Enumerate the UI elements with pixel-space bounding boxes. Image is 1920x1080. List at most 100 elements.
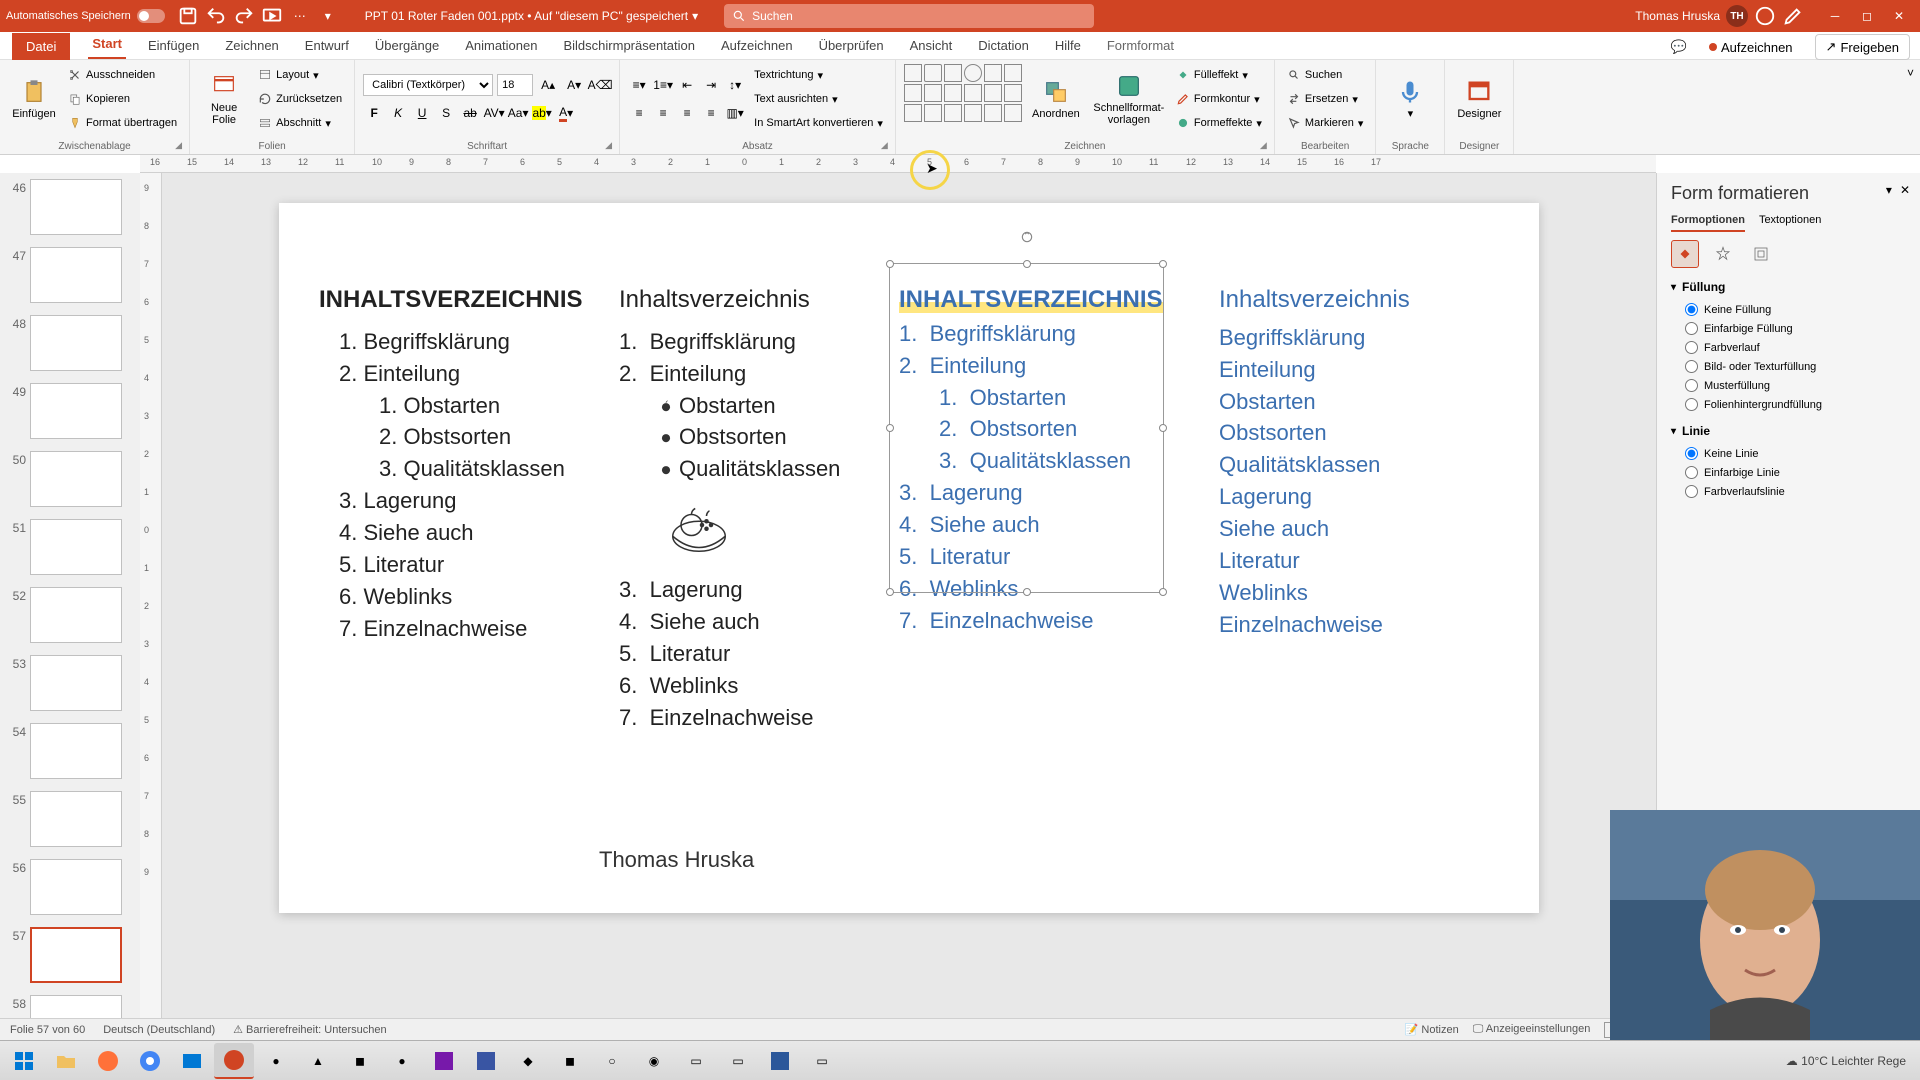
font-color-icon[interactable]: A▾: [555, 102, 577, 124]
tab-slideshow[interactable]: Bildschirmpräsentation: [559, 32, 699, 59]
clipboard-launcher[interactable]: ◢: [175, 140, 187, 152]
thumb-57[interactable]: [30, 927, 122, 983]
undo-icon[interactable]: [205, 5, 227, 27]
designer-button[interactable]: Designer: [1453, 64, 1505, 134]
notes-button[interactable]: 📝 Notizen: [1405, 1023, 1459, 1036]
tab-start[interactable]: Start: [88, 30, 126, 59]
explorer-icon[interactable]: [46, 1043, 86, 1079]
align-right-icon[interactable]: ≡: [676, 102, 698, 124]
visio-icon[interactable]: [466, 1043, 506, 1079]
share-button[interactable]: ↗Freigeben: [1815, 34, 1910, 60]
tab-file[interactable]: Datei: [12, 33, 70, 60]
fill-radio-1[interactable]: [1685, 322, 1698, 335]
numbering-icon[interactable]: 1≡▾: [652, 74, 674, 96]
select-button[interactable]: Markieren ▾: [1283, 112, 1367, 134]
resize-handle[interactable]: [1023, 260, 1031, 268]
app-icon[interactable]: ▭: [718, 1043, 758, 1079]
spacing-icon[interactable]: AV▾: [483, 102, 505, 124]
minimize-button[interactable]: ─: [1820, 4, 1850, 28]
slide-canvas[interactable]: INHALTSVERZEICHNIS 1. Begriffsklärung2. …: [162, 173, 1656, 1018]
font-launcher[interactable]: ◢: [605, 140, 617, 152]
indent-inc-icon[interactable]: ⇥: [700, 74, 722, 96]
shadow-icon[interactable]: S: [435, 102, 457, 124]
thumb-51[interactable]: [30, 519, 122, 575]
resize-handle[interactable]: [1159, 424, 1167, 432]
autosave-toggle[interactable]: [137, 9, 165, 23]
arrange-button[interactable]: Anordnen: [1026, 64, 1086, 134]
resize-handle[interactable]: [886, 260, 894, 268]
fill-radio-2[interactable]: [1685, 341, 1698, 354]
indent-dec-icon[interactable]: ⇤: [676, 74, 698, 96]
layout-button[interactable]: Layout ▾: [254, 64, 346, 86]
reset-button[interactable]: Zurücksetzen: [254, 88, 346, 110]
record-button[interactable]: Aufzeichnen: [1699, 36, 1803, 59]
drawing-launcher[interactable]: ◢: [1260, 140, 1272, 152]
pane-tab-text[interactable]: Textoptionen: [1759, 214, 1821, 232]
resize-handle[interactable]: [886, 424, 894, 432]
slideshow-icon[interactable]: [261, 5, 283, 27]
tab-animations[interactable]: Animationen: [461, 32, 541, 59]
columns-icon[interactable]: ▥▾: [724, 102, 746, 124]
tab-draw[interactable]: Zeichnen: [221, 32, 282, 59]
linespacing-icon[interactable]: ↕▾: [724, 74, 746, 96]
paragraph-launcher[interactable]: ◢: [881, 140, 893, 152]
coming-soon-icon[interactable]: [1754, 5, 1776, 27]
paste-button[interactable]: Einfügen: [8, 64, 60, 134]
thumb-58[interactable]: [30, 995, 122, 1018]
accessibility-status[interactable]: ⚠ Barrierefreiheit: Untersuchen: [233, 1023, 387, 1036]
shapes-gallery[interactable]: [904, 64, 1022, 122]
increase-font-icon[interactable]: A▴: [537, 74, 559, 96]
rotate-handle[interactable]: [1020, 230, 1034, 244]
thumb-48[interactable]: [30, 315, 122, 371]
toc-col4[interactable]: Inhaltsverzeichnis Begriffsklärung Einte…: [1219, 283, 1419, 833]
resize-handle[interactable]: [1023, 588, 1031, 596]
fill-radio-0[interactable]: [1685, 303, 1698, 316]
thumb-53[interactable]: [30, 655, 122, 711]
app-icon[interactable]: ●: [256, 1043, 296, 1079]
app-icon[interactable]: ●: [382, 1043, 422, 1079]
cut-button[interactable]: Ausschneiden: [64, 64, 181, 86]
slide-thumbnails[interactable]: 4647484950515253545556575859: [0, 173, 140, 1018]
slide-counter[interactable]: Folie 57 von 60: [10, 1024, 85, 1036]
resize-handle[interactable]: [1159, 588, 1167, 596]
shape-outline-button[interactable]: Formkontur ▾: [1172, 88, 1266, 110]
toc-col2[interactable]: Inhaltsverzeichnis 1. Begriffsklärung 2.…: [619, 283, 859, 833]
highlight-icon[interactable]: ab▾: [531, 102, 553, 124]
slide[interactable]: INHALTSVERZEICHNIS 1. Begriffsklärung2. …: [279, 203, 1539, 913]
outlook-icon[interactable]: [172, 1043, 212, 1079]
thumb-46[interactable]: [30, 179, 122, 235]
shape-fill-button[interactable]: Fülleffekt ▾: [1172, 64, 1266, 86]
selection-box[interactable]: [889, 263, 1164, 593]
vertical-ruler[interactable]: 9876543210123456789: [140, 173, 162, 1018]
clear-format-icon[interactable]: A⌫: [589, 74, 611, 96]
fill-radio-5[interactable]: [1685, 398, 1698, 411]
chrome-icon[interactable]: [130, 1043, 170, 1079]
font-name-select[interactable]: Calibri (Textkörper): [363, 74, 493, 96]
decrease-font-icon[interactable]: A▾: [563, 74, 585, 96]
font-size-input[interactable]: [497, 74, 533, 96]
align-left-icon[interactable]: ≡: [628, 102, 650, 124]
tab-shapeformat[interactable]: Formformat: [1103, 32, 1178, 59]
italic-icon[interactable]: K: [387, 102, 409, 124]
underline-icon[interactable]: U: [411, 102, 433, 124]
dictate-button[interactable]: ▾: [1384, 64, 1436, 134]
onenote-icon[interactable]: [424, 1043, 464, 1079]
find-button[interactable]: Suchen: [1283, 64, 1367, 86]
app-icon[interactable]: ◆: [508, 1043, 548, 1079]
copy-button[interactable]: Kopieren: [64, 88, 181, 110]
align-text-button[interactable]: Text ausrichten ▾: [750, 88, 887, 110]
display-settings[interactable]: 🖵 Anzeigeeinstellungen: [1473, 1023, 1591, 1036]
close-button[interactable]: ✕: [1884, 4, 1914, 28]
fill-section-header[interactable]: Füllung: [1671, 280, 1906, 294]
line-section-header[interactable]: Linie: [1671, 424, 1906, 438]
replace-button[interactable]: Ersetzen ▾: [1283, 88, 1367, 110]
fill-line-tab-icon[interactable]: [1671, 240, 1699, 268]
taskbar[interactable]: ● ▲ ◼ ● ◆ ◼ ○ ◉ ▭ ▭ ▭ ☁ 10°C Leichter Re…: [0, 1040, 1920, 1080]
quickstyles-button[interactable]: Schnellformat- vorlagen: [1090, 64, 1168, 134]
language-status[interactable]: Deutsch (Deutschland): [103, 1024, 215, 1036]
pane-tab-shape[interactable]: Formoptionen: [1671, 214, 1745, 232]
thumb-47[interactable]: [30, 247, 122, 303]
toc-col1[interactable]: INHALTSVERZEICHNIS 1. Begriffsklärung2. …: [319, 283, 579, 833]
tab-review[interactable]: Überprüfen: [815, 32, 888, 59]
tab-design[interactable]: Entwurf: [301, 32, 353, 59]
